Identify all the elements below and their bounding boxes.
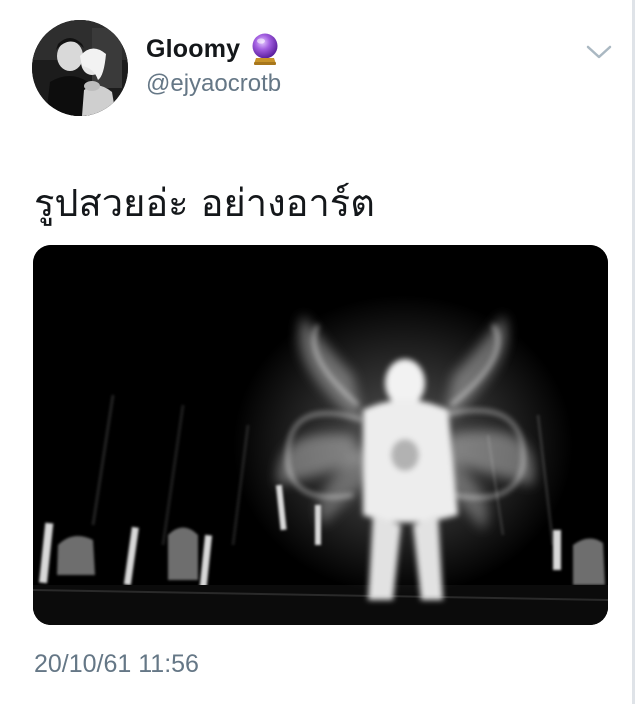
avatar-photo [32,20,128,116]
avatar[interactable] [32,20,128,116]
tweet-text: รูปสวยอ่ะ อย่างอาร์ต [34,181,375,225]
chevron-down-icon[interactable] [584,40,614,64]
tweet-timestamp[interactable]: 20/10/61 11:56 [34,650,199,679]
user-handle[interactable]: @ejyaocrotb [146,70,281,98]
crystal-ball-icon [250,32,280,66]
tweet-card: Gloomy @ejyaocrotb รูปสวยอ่ะ อย่างอาร์ต … [0,0,635,704]
author-name-row[interactable]: Gloomy [146,32,280,66]
concert-photo [33,245,608,625]
display-name[interactable]: Gloomy [146,35,240,64]
tweet-media-photo[interactable] [33,245,608,625]
